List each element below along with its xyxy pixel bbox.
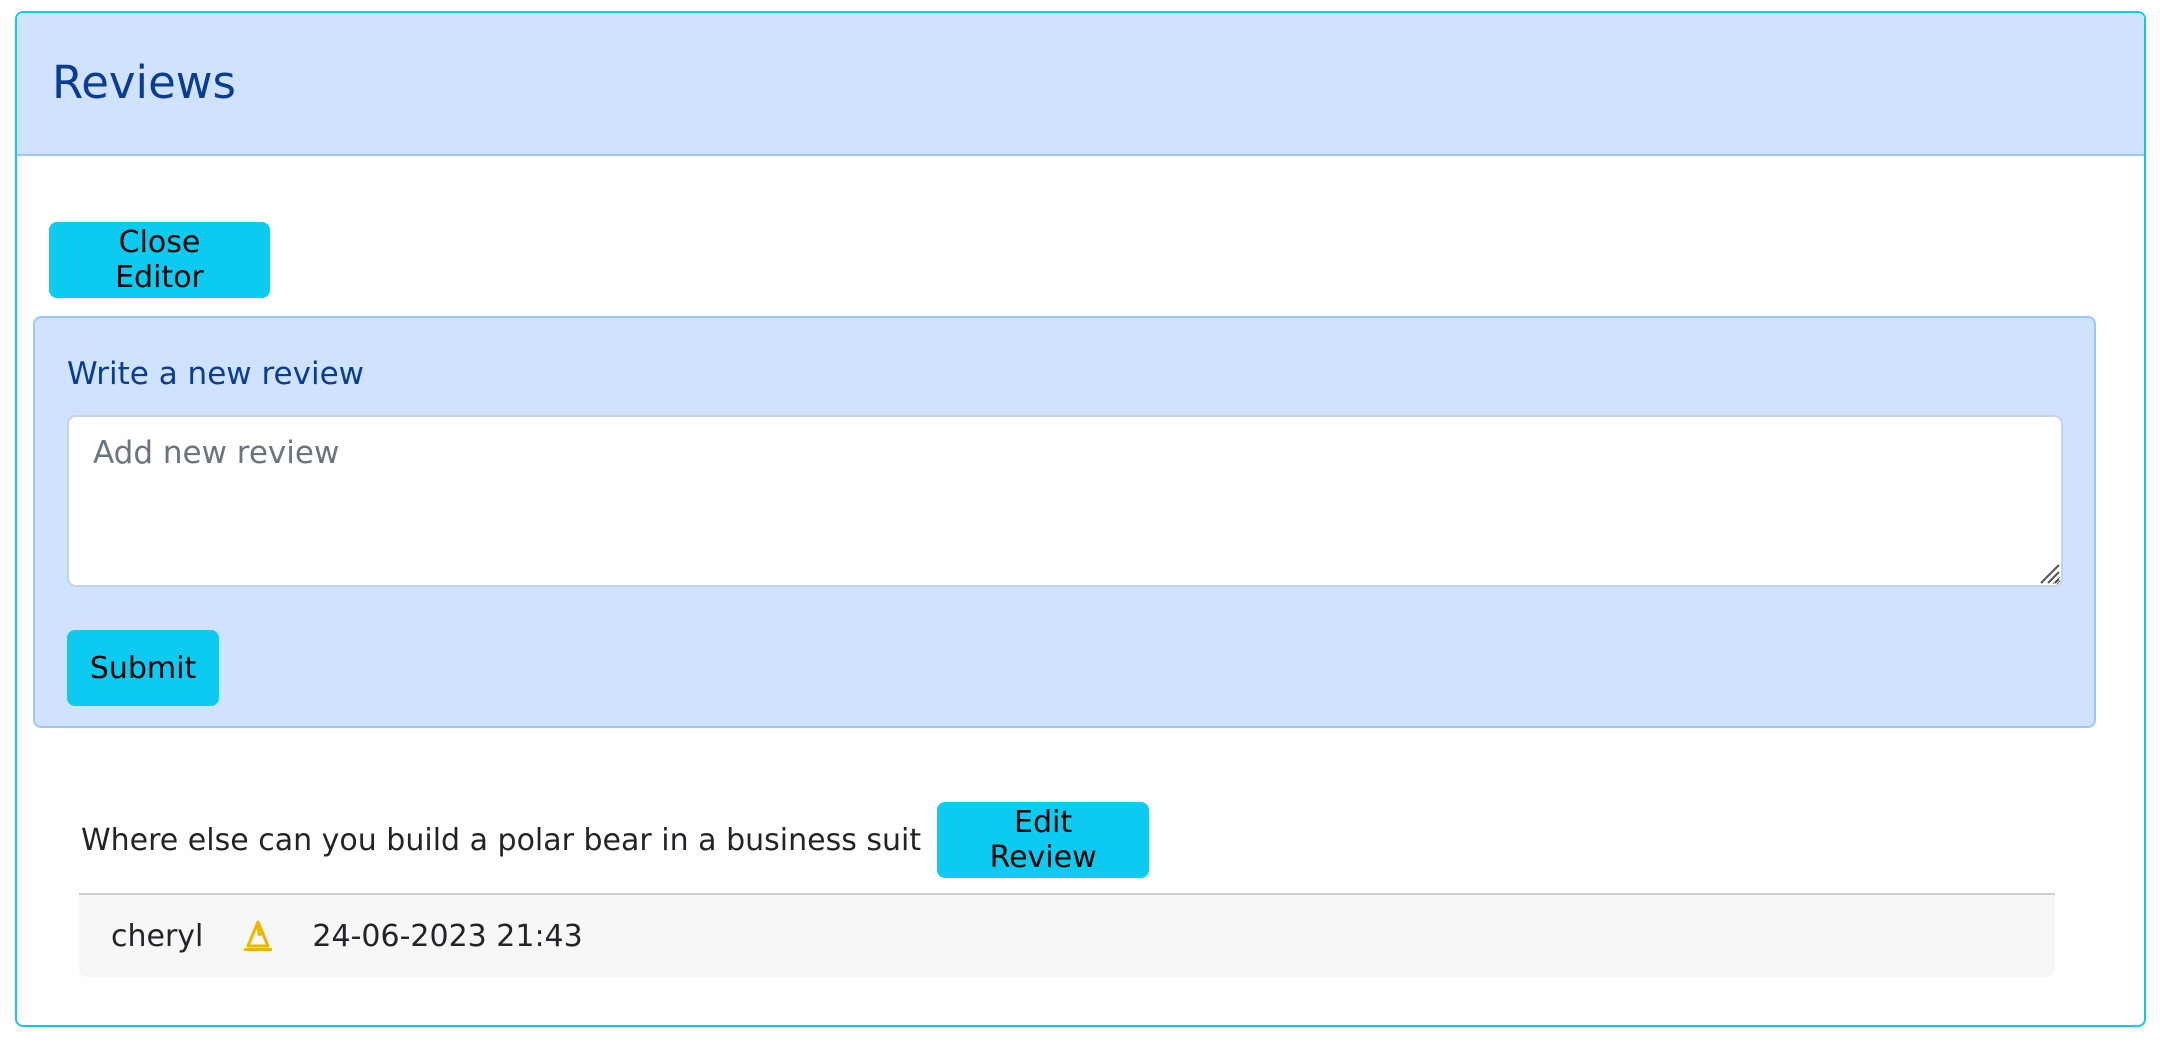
- card-header: Reviews: [17, 13, 2144, 156]
- review-textarea[interactable]: [67, 415, 2063, 587]
- write-review-label: Write a new review: [67, 356, 364, 392]
- review-item: Where else can you build a polar bear in…: [81, 802, 1150, 878]
- review-author: cheryl: [111, 918, 204, 954]
- review-date: 24-06-2023 21:43: [312, 918, 583, 954]
- review-text: Where else can you build a polar bear in…: [81, 822, 922, 858]
- close-editor-button[interactable]: Close Editor: [49, 222, 270, 298]
- page-title: Reviews: [52, 56, 236, 109]
- submit-button[interactable]: Submit: [67, 630, 219, 706]
- review-editor-panel: Write a new review Submit: [33, 316, 2096, 728]
- edit-review-button[interactable]: Edit Review: [937, 802, 1150, 878]
- wizard-hat-icon: [244, 920, 273, 951]
- review-meta-footer: cheryl 24-06-2023 21:43: [79, 893, 2055, 977]
